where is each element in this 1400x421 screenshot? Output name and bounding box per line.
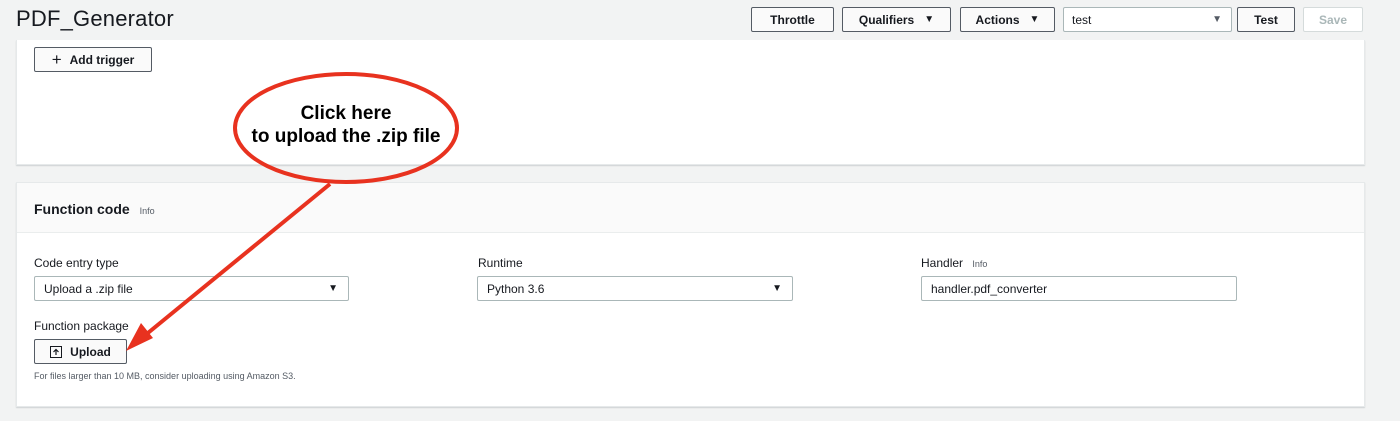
- actions-label: Actions: [975, 12, 1020, 27]
- function-code-title: Function code Info: [34, 201, 155, 217]
- function-code-title-text: Function code: [34, 201, 130, 217]
- caret-down-icon: ▼: [924, 14, 935, 25]
- code-entry-type-label: Code entry type: [34, 256, 119, 270]
- runtime-select[interactable]: Python 3.6 ▼: [477, 276, 793, 301]
- triggers-panel: + Add trigger: [16, 40, 1365, 165]
- test-button[interactable]: Test: [1237, 7, 1295, 32]
- handler-label-text: Handler: [921, 256, 964, 270]
- handler-value: handler.pdf_converter: [931, 281, 1048, 296]
- add-trigger-label: Add trigger: [69, 52, 135, 67]
- handler-label: Handler Info: [921, 256, 987, 270]
- annotation-callout: Click here to upload the .zip file: [236, 102, 456, 148]
- upload-label: Upload: [70, 344, 111, 359]
- annotation-line-1: Click here: [300, 103, 392, 124]
- upload-size-hint: For files larger than 10 MB, consider up…: [34, 371, 296, 381]
- test-event-value: test: [1072, 12, 1092, 27]
- caret-down-icon: ▼: [1029, 14, 1040, 25]
- qualifiers-dropdown[interactable]: Qualifiers ▼: [842, 7, 951, 32]
- caret-down-icon: ▼: [772, 283, 782, 294]
- annotation-line-2: to upload the .zip file: [251, 126, 441, 147]
- test-event-select[interactable]: test ▼: [1063, 7, 1232, 32]
- caret-down-icon: ▼: [328, 283, 338, 294]
- qualifiers-label: Qualifiers: [858, 12, 915, 27]
- info-link[interactable]: Info: [140, 206, 155, 216]
- upload-icon: [50, 345, 63, 358]
- function-package-label: Function package: [34, 319, 129, 333]
- page-title: PDF_Generator: [16, 6, 174, 31]
- save-label: Save: [1318, 12, 1348, 27]
- handler-input[interactable]: handler.pdf_converter: [921, 276, 1237, 301]
- test-label: Test: [1254, 12, 1278, 27]
- code-entry-type-value: Upload a .zip file: [44, 281, 133, 296]
- add-trigger-button[interactable]: + Add trigger: [34, 47, 152, 72]
- throttle-button[interactable]: Throttle: [751, 7, 834, 32]
- throttle-label: Throttle: [770, 12, 815, 27]
- upload-button[interactable]: Upload: [34, 339, 127, 364]
- actions-dropdown[interactable]: Actions ▼: [960, 7, 1055, 32]
- runtime-value: Python 3.6: [487, 281, 545, 296]
- handler-info-link[interactable]: Info: [972, 259, 987, 269]
- caret-down-icon: ▼: [1212, 14, 1222, 25]
- function-code-panel: Function code Info Code entry type Uploa…: [16, 182, 1365, 407]
- save-button[interactable]: Save: [1303, 7, 1363, 32]
- code-entry-type-select[interactable]: Upload a .zip file ▼: [34, 276, 349, 301]
- runtime-label: Runtime: [478, 256, 523, 270]
- plus-icon: +: [51, 50, 62, 69]
- function-code-header: Function code Info: [17, 183, 1364, 233]
